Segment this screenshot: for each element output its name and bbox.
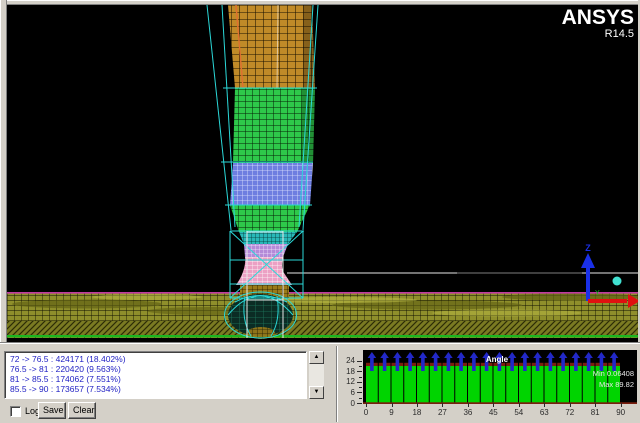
- rod-section-cyan: [239, 232, 297, 244]
- y-tick: [359, 377, 362, 378]
- x-tick: [544, 403, 545, 407]
- y-tick: [359, 387, 362, 388]
- histogram-bar: [404, 366, 416, 403]
- x-tick-label: 9: [384, 408, 400, 417]
- chart-x-axis: 09182736455463728190: [363, 403, 639, 421]
- y-tick: [357, 392, 362, 393]
- node-marker-dot: [613, 277, 622, 286]
- chart-max-label: Max 89.82: [599, 380, 634, 389]
- save-button[interactable]: Save: [38, 402, 66, 419]
- y-tick: [357, 382, 362, 383]
- x-tick: [595, 403, 596, 407]
- histogram-bar: [545, 366, 557, 403]
- y-tick-label: 0: [351, 399, 355, 408]
- log-line: 85.5 -> 90 : 173657 (7.534%): [10, 384, 306, 394]
- chart-title: Angle: [486, 355, 509, 364]
- log-line: 76.5 -> 81 : 220420 (9.563%): [10, 364, 306, 374]
- y-tick: [357, 361, 362, 362]
- z-axis-label: Z: [585, 243, 591, 253]
- y-tick: [359, 398, 362, 399]
- x-tick-label: 90: [613, 408, 629, 417]
- y-axis-label: Y: [595, 290, 600, 297]
- histogram-bar: [506, 366, 518, 403]
- histogram-bar: [379, 366, 391, 403]
- scroll-up-button[interactable]: ▲: [309, 351, 324, 364]
- log-checkbox[interactable]: [10, 406, 21, 417]
- histogram-bar: [494, 366, 506, 403]
- chart-min-label: Min 0.06408: [593, 369, 634, 378]
- window-frame-top: [0, 0, 640, 5]
- log-line: 81 -> 85.5 : 174062 (7.551%): [10, 374, 306, 384]
- histogram-bar: [366, 366, 378, 403]
- x-tick-label: 63: [536, 408, 552, 417]
- graphics-viewport[interactable]: Z Y ANSYS R14.5: [7, 5, 638, 342]
- x-tick: [366, 403, 367, 407]
- histogram-bar: [519, 366, 531, 403]
- x-tick: [519, 403, 520, 407]
- app-window: Z Y ANSYS R14.5 72 -> 76.5 : 424171 (18.…: [0, 0, 640, 423]
- y-tick-label: 6: [351, 388, 355, 397]
- x-tick: [442, 403, 443, 407]
- x-tick-label: 72: [562, 408, 578, 417]
- histogram-bar: [392, 366, 404, 403]
- projectile-rod: [228, 5, 315, 339]
- x-tick: [621, 403, 622, 407]
- histogram-bar: [481, 366, 493, 403]
- x-tick-label: 0: [358, 408, 374, 417]
- log-output[interactable]: 72 -> 76.5 : 424171 (18.402%)76.5 -> 81 …: [4, 351, 307, 399]
- x-tick: [493, 403, 494, 407]
- x-tick-label: 18: [409, 408, 425, 417]
- histogram-bar: [430, 366, 442, 403]
- z-axis-arrow-icon: [581, 253, 595, 268]
- plate-hatch-band: [7, 321, 638, 335]
- histogram-bar: [417, 366, 429, 403]
- x-tick: [468, 403, 469, 407]
- histogram-bar: [468, 366, 480, 403]
- target-plate: [7, 292, 638, 338]
- plate-bottom-edge: [7, 335, 638, 337]
- log-scrollbar[interactable]: ▲ ▼: [309, 351, 324, 399]
- histogram-bar: [570, 366, 582, 403]
- scroll-down-icon: ▼: [314, 389, 320, 395]
- rod-section-tan: [228, 5, 315, 88]
- x-tick: [570, 403, 571, 407]
- plate-top-edge: [7, 292, 638, 294]
- ansys-version-text: R14.5: [562, 29, 634, 40]
- y-tick-label: 12: [346, 377, 355, 386]
- x-tick: [392, 403, 393, 407]
- y-tick: [359, 366, 362, 367]
- x-tick-label: 36: [460, 408, 476, 417]
- x-tick: [417, 403, 418, 407]
- x-tick-label: 54: [511, 408, 527, 417]
- model-scene: Z Y: [7, 5, 638, 342]
- x-tick-label: 45: [485, 408, 501, 417]
- ansys-logo: ANSYS R14.5: [562, 7, 634, 40]
- y-tick-label: 24: [346, 356, 355, 365]
- clear-button[interactable]: Clear: [68, 402, 96, 419]
- scroll-up-icon: ▲: [314, 354, 320, 360]
- histogram-bar: [557, 366, 569, 403]
- histogram-bar: [532, 366, 544, 403]
- y-tick: [357, 371, 362, 372]
- scroll-down-button[interactable]: ▼: [309, 386, 324, 399]
- bottom-panel: 72 -> 76.5 : 424171 (18.402%)76.5 -> 81 …: [0, 342, 640, 423]
- x-tick-label: 81: [587, 408, 603, 417]
- ansys-logo-text: ANSYS: [562, 7, 634, 28]
- rod-section-green-lower: [230, 205, 310, 232]
- y-tick: [357, 403, 362, 404]
- angle-histogram: Angle Min 0.06408 Max 89.82: [363, 350, 637, 404]
- x-tick-label: 27: [434, 408, 450, 417]
- chart-y-axis: 0 6 1218 24: [336, 350, 362, 410]
- window-frame-left: [0, 0, 7, 342]
- histogram-bar: [455, 366, 467, 403]
- histogram-bar: [443, 366, 455, 403]
- y-tick-label: 18: [346, 367, 355, 376]
- log-line: 72 -> 76.5 : 424171 (18.402%): [10, 354, 306, 364]
